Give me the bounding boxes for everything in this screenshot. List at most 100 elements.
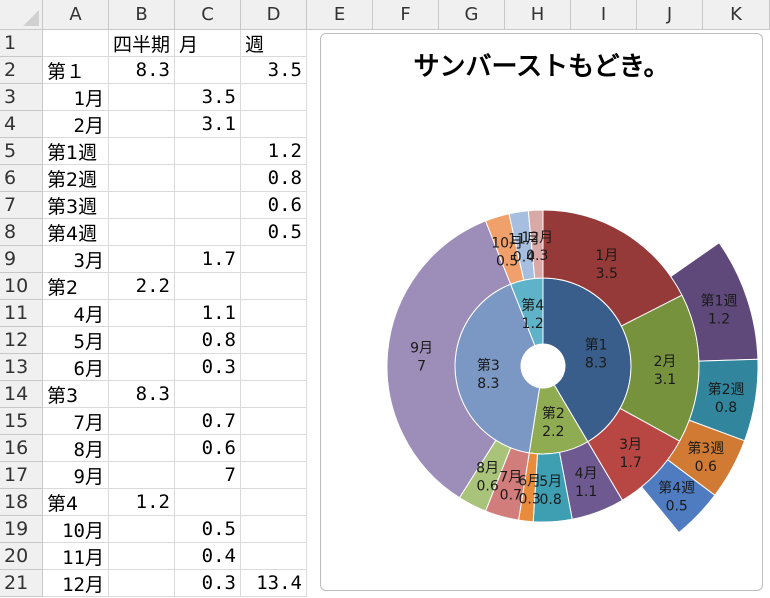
cell-b5[interactable] (109, 138, 175, 165)
cell-c17[interactable]: 7 (175, 462, 241, 489)
cell-a4[interactable]: 2月 (43, 111, 109, 138)
cell-c18[interactable] (175, 489, 241, 516)
cell-a3[interactable]: 1月 (43, 84, 109, 111)
cell-c13[interactable]: 0.3 (175, 354, 241, 381)
cell-d16[interactable] (241, 435, 307, 462)
cell-a21[interactable]: 12月 (43, 570, 109, 597)
cell-a19[interactable]: 10月 (43, 516, 109, 543)
column-header-i[interactable]: I (571, 0, 637, 30)
row-header[interactable]: 20 (0, 543, 43, 570)
column-header-a[interactable]: A (43, 0, 109, 30)
row-header[interactable]: 21 (0, 570, 43, 597)
cell-c21[interactable]: 0.3 (175, 570, 241, 597)
row-header[interactable]: 5 (0, 138, 43, 165)
cell-b17[interactable] (109, 462, 175, 489)
column-header-h[interactable]: H (505, 0, 571, 30)
row-header[interactable]: 14 (0, 381, 43, 408)
cell-b10[interactable]: 2.2 (109, 273, 175, 300)
cell-b13[interactable] (109, 354, 175, 381)
cell-c20[interactable]: 0.4 (175, 543, 241, 570)
cell-d3[interactable] (241, 84, 307, 111)
row-header[interactable]: 2 (0, 57, 43, 84)
cell-d20[interactable] (241, 543, 307, 570)
row-header[interactable]: 6 (0, 165, 43, 192)
cell-b14[interactable]: 8.3 (109, 381, 175, 408)
row-header[interactable]: 4 (0, 111, 43, 138)
column-header-e[interactable]: E (307, 0, 373, 30)
cell-b21[interactable] (109, 570, 175, 597)
cell-c12[interactable]: 0.8 (175, 327, 241, 354)
row-header[interactable]: 18 (0, 489, 43, 516)
cell-a15[interactable]: 7月 (43, 408, 109, 435)
cell-c10[interactable] (175, 273, 241, 300)
cell-c7[interactable] (175, 192, 241, 219)
cell-d21[interactable]: 13.4 (241, 570, 307, 597)
row-header[interactable]: 10 (0, 273, 43, 300)
cell-b12[interactable] (109, 327, 175, 354)
cell-d18[interactable] (241, 489, 307, 516)
cell-b11[interactable] (109, 300, 175, 327)
cell-a7[interactable]: 第3週 (43, 192, 109, 219)
row-header[interactable]: 1 (0, 30, 43, 57)
cell-a2[interactable]: 第１ (43, 57, 109, 84)
cell-c15[interactable]: 0.7 (175, 408, 241, 435)
cell-a13[interactable]: 6月 (43, 354, 109, 381)
cell-a5[interactable]: 第1週 (43, 138, 109, 165)
cell-a20[interactable]: 11月 (43, 543, 109, 570)
chart-area[interactable]: サンバーストもどき。 第1 8.3 第2 2.2 第3 8.3 第4 1.2 1月 3.5 2月 3.… (320, 33, 763, 591)
cell-a6[interactable]: 第2週 (43, 165, 109, 192)
cell-d12[interactable] (241, 327, 307, 354)
cell-c2[interactable] (175, 57, 241, 84)
row-header[interactable]: 8 (0, 219, 43, 246)
row-header[interactable]: 13 (0, 354, 43, 381)
column-header-g[interactable]: G (439, 0, 505, 30)
cell-d9[interactable] (241, 246, 307, 273)
cell-c4[interactable]: 3.1 (175, 111, 241, 138)
cell-c14[interactable] (175, 381, 241, 408)
cell-a9[interactable]: 3月 (43, 246, 109, 273)
cell-b6[interactable] (109, 165, 175, 192)
cell-d10[interactable] (241, 273, 307, 300)
row-header[interactable]: 7 (0, 192, 43, 219)
cell-c1[interactable]: 月 (175, 30, 241, 57)
cell-d2[interactable]: 3.5 (241, 57, 307, 84)
cell-a8[interactable]: 第4週 (43, 219, 109, 246)
cell-b2[interactable]: 8.3 (109, 57, 175, 84)
cell-a10[interactable]: 第2 (43, 273, 109, 300)
cell-b1[interactable]: 四半期 (109, 30, 175, 57)
cell-c19[interactable]: 0.5 (175, 516, 241, 543)
cell-d4[interactable] (241, 111, 307, 138)
cell-c6[interactable] (175, 165, 241, 192)
row-header[interactable]: 12 (0, 327, 43, 354)
cell-b3[interactable] (109, 84, 175, 111)
row-header[interactable]: 16 (0, 435, 43, 462)
cell-a17[interactable]: 9月 (43, 462, 109, 489)
cell-b9[interactable] (109, 246, 175, 273)
row-header[interactable]: 3 (0, 84, 43, 111)
row-header[interactable]: 19 (0, 516, 43, 543)
cell-b19[interactable] (109, 516, 175, 543)
cell-a12[interactable]: 5月 (43, 327, 109, 354)
cell-c5[interactable] (175, 138, 241, 165)
cell-b7[interactable] (109, 192, 175, 219)
column-header-d[interactable]: D (241, 0, 307, 30)
row-header[interactable]: 15 (0, 408, 43, 435)
cell-d6[interactable]: 0.8 (241, 165, 307, 192)
cell-b4[interactable] (109, 111, 175, 138)
cell-d11[interactable] (241, 300, 307, 327)
column-header-f[interactable]: F (373, 0, 439, 30)
row-header[interactable]: 17 (0, 462, 43, 489)
column-header-k[interactable]: K (703, 0, 770, 30)
cell-c9[interactable]: 1.7 (175, 246, 241, 273)
cell-b20[interactable] (109, 543, 175, 570)
cell-a18[interactable]: 第4 (43, 489, 109, 516)
select-all-corner[interactable] (0, 0, 43, 30)
column-header-c[interactable]: C (175, 0, 241, 30)
cell-a11[interactable]: 4月 (43, 300, 109, 327)
cell-d13[interactable] (241, 354, 307, 381)
cell-a16[interactable]: 8月 (43, 435, 109, 462)
cell-a1[interactable] (43, 30, 109, 57)
cell-d19[interactable] (241, 516, 307, 543)
cell-b16[interactable] (109, 435, 175, 462)
row-header[interactable]: 11 (0, 300, 43, 327)
